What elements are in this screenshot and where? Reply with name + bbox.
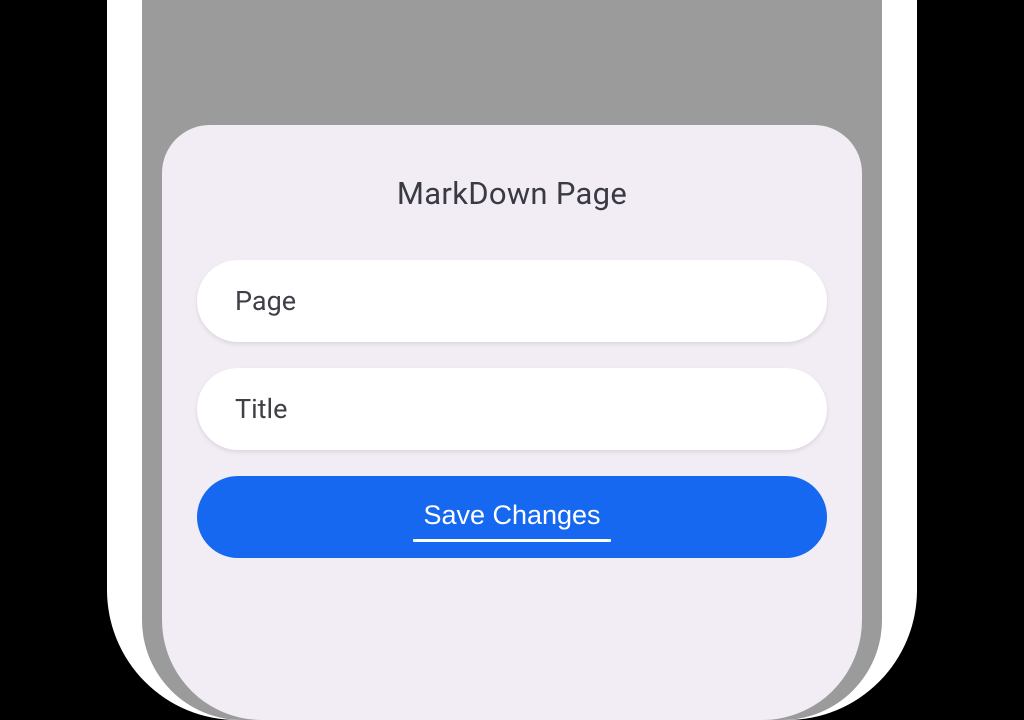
modal-title: MarkDown Page xyxy=(197,175,827,212)
save-button[interactable]: Save Changes xyxy=(197,476,827,558)
title-input[interactable] xyxy=(197,368,827,450)
page-input[interactable] xyxy=(197,260,827,342)
phone-screen: MarkDown Page Save Changes xyxy=(142,0,882,720)
save-button-label: Save Changes xyxy=(423,500,600,534)
modal-panel: MarkDown Page Save Changes xyxy=(162,125,862,720)
phone-frame: MarkDown Page Save Changes xyxy=(107,0,917,720)
